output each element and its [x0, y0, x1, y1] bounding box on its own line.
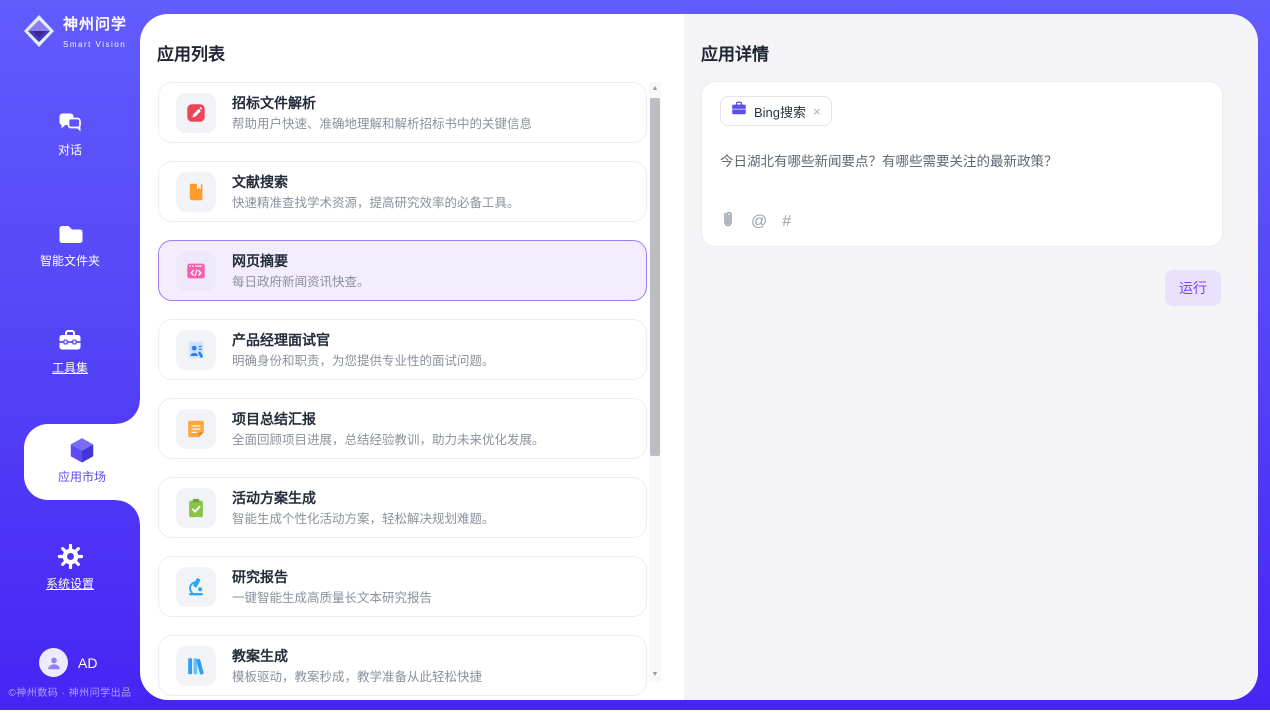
app-list-item-research-report[interactable]: 研究报告 一键智能生成高质量长文本研究报告 — [158, 556, 647, 617]
list-scrollbar[interactable]: ▲ ▼ — [649, 82, 661, 682]
folder-icon — [0, 221, 140, 247]
app-list-item-literature-search[interactable]: 文献搜索 快速精准查找学术资源，提高研究效率的必备工具。 — [158, 161, 647, 222]
toolbox-icon — [0, 328, 140, 354]
app-list-title: 应用列表 — [157, 40, 225, 65]
chip-close-icon[interactable]: × — [813, 105, 821, 118]
mention-icon[interactable]: @ — [751, 213, 767, 231]
prompt-toolbar: @ # — [720, 210, 791, 234]
scrollbar-up-icon[interactable]: ▲ — [649, 82, 661, 96]
app-desc: 模板驱动，教案秒成，教学准备从此轻松快捷 — [232, 669, 482, 685]
document-edit-icon — [176, 93, 216, 133]
hash-icon[interactable]: # — [782, 213, 791, 231]
user-initials: AD — [78, 655, 97, 671]
brand-name: 神州问学 — [63, 16, 127, 33]
tool-chip-bing-search[interactable]: Bing搜索 × — [720, 96, 832, 126]
sidebar-item-label: 应用市场 — [24, 468, 140, 485]
scrollbar-down-icon[interactable]: ▼ — [649, 668, 661, 682]
app-title: 网页摘要 — [232, 252, 370, 270]
app-list-item-lesson-plan[interactable]: 教案生成 模板驱动，教案秒成，教学准备从此轻松快捷 — [158, 635, 647, 696]
sidebar: 神州问学 Smart Vision 对话 智能文件夹 — [0, 0, 140, 710]
chat-icon — [0, 110, 140, 136]
diamond-logo-icon — [21, 13, 57, 54]
app-detail-title: 应用详情 — [701, 40, 769, 65]
sidebar-item-label: 系统设置 — [0, 575, 140, 592]
sidebar-item-settings[interactable]: 系统设置 — [0, 543, 140, 592]
app-desc: 快速精准查找学术资源，提高研究效率的必备工具。 — [232, 195, 520, 211]
user-account[interactable]: AD — [39, 648, 97, 677]
app-desc: 帮助用户快速、准确地理解和解析招标书中的关键信息 — [232, 116, 532, 132]
sidebar-item-label: 智能文件夹 — [0, 252, 140, 269]
clipboard-check-icon — [176, 488, 216, 528]
app-desc: 每日政府新闻资讯快查。 — [232, 274, 370, 290]
gear-icon — [0, 543, 140, 570]
cube-icon — [24, 435, 140, 465]
sidebar-item-label: 对话 — [0, 141, 140, 158]
prompt-text: 今日湖北有哪些新闻要点？有哪些需要关注的最新政策？ — [720, 152, 1204, 171]
books-icon — [176, 646, 216, 686]
prompt-input[interactable]: Bing搜索 × 今日湖北有哪些新闻要点？有哪些需要关注的最新政策？ @ # — [701, 81, 1223, 247]
sidebar-item-toolset[interactable]: 工具集 — [0, 328, 140, 376]
app-title: 活动方案生成 — [232, 489, 495, 507]
sidebar-item-smart-folder[interactable]: 智能文件夹 — [0, 221, 140, 269]
app-list-item-project-summary[interactable]: 项目总结汇报 全面回顾项目进展，总结经验教训，助力未来优化发展。 — [158, 398, 647, 459]
app-window: 神州问学 Smart Vision 对话 智能文件夹 — [0, 0, 1270, 710]
briefcase-icon — [731, 101, 747, 121]
sidebar-item-label: 工具集 — [0, 359, 140, 376]
app-title: 研究报告 — [232, 568, 432, 586]
app-list-item-bid-doc[interactable]: 招标文件解析 帮助用户快速、准确地理解和解析招标书中的关键信息 — [158, 82, 647, 143]
brand-subtitle: Smart Vision — [63, 40, 126, 49]
app-desc: 明确身份和职责，为您提供专业性的面试问题。 — [232, 353, 495, 369]
app-list: 招标文件解析 帮助用户快速、准确地理解和解析招标书中的关键信息 文献搜索 快速精… — [158, 82, 647, 700]
sidebar-item-chat[interactable]: 对话 — [0, 110, 140, 158]
note-icon — [176, 409, 216, 449]
app-list-item-pm-interviewer[interactable]: 产品经理面试官 明确身份和职责，为您提供专业性的面试问题。 — [158, 319, 647, 380]
microscope-icon — [176, 567, 216, 607]
brand-logo: 神州问学 Smart Vision — [21, 13, 127, 54]
app-title: 招标文件解析 — [232, 94, 532, 112]
main-panel: 应用列表 招标文件解析 帮助用户快速、准确地理解和解析招标书中的关键信息 — [140, 14, 1258, 700]
interviewer-icon — [176, 330, 216, 370]
scrollbar-thumb[interactable] — [650, 98, 660, 456]
app-title: 产品经理面试官 — [232, 331, 495, 349]
attachment-icon[interactable] — [720, 210, 736, 234]
app-list-item-web-summary[interactable]: 网页摘要 每日政府新闻资讯快查。 — [158, 240, 647, 301]
run-button[interactable]: 运行 — [1165, 270, 1221, 306]
app-desc: 全面回顾项目进展，总结经验教训，助力未来优化发展。 — [232, 432, 545, 448]
app-detail-panel: 应用详情 Bing搜索 × 今日湖北有哪些新闻要点？有哪些需要关注的最新政策？ — [684, 14, 1258, 700]
app-desc: 智能生成个性化活动方案，轻松解决规划难题。 — [232, 511, 495, 527]
app-title: 教案生成 — [232, 647, 482, 665]
chip-label: Bing搜索 — [754, 102, 806, 121]
app-title: 文献搜索 — [232, 173, 520, 191]
sidebar-item-app-market[interactable]: 应用市场 — [24, 424, 140, 500]
copyright-text: ©神州数码 · 神州问学出品 — [0, 684, 140, 699]
book-icon — [176, 172, 216, 212]
app-desc: 一键智能生成高质量长文本研究报告 — [232, 590, 432, 606]
app-list-item-activity-plan[interactable]: 活动方案生成 智能生成个性化活动方案，轻松解决规划难题。 — [158, 477, 647, 538]
web-code-icon — [176, 251, 216, 291]
app-title: 项目总结汇报 — [232, 410, 545, 428]
avatar — [39, 648, 68, 677]
